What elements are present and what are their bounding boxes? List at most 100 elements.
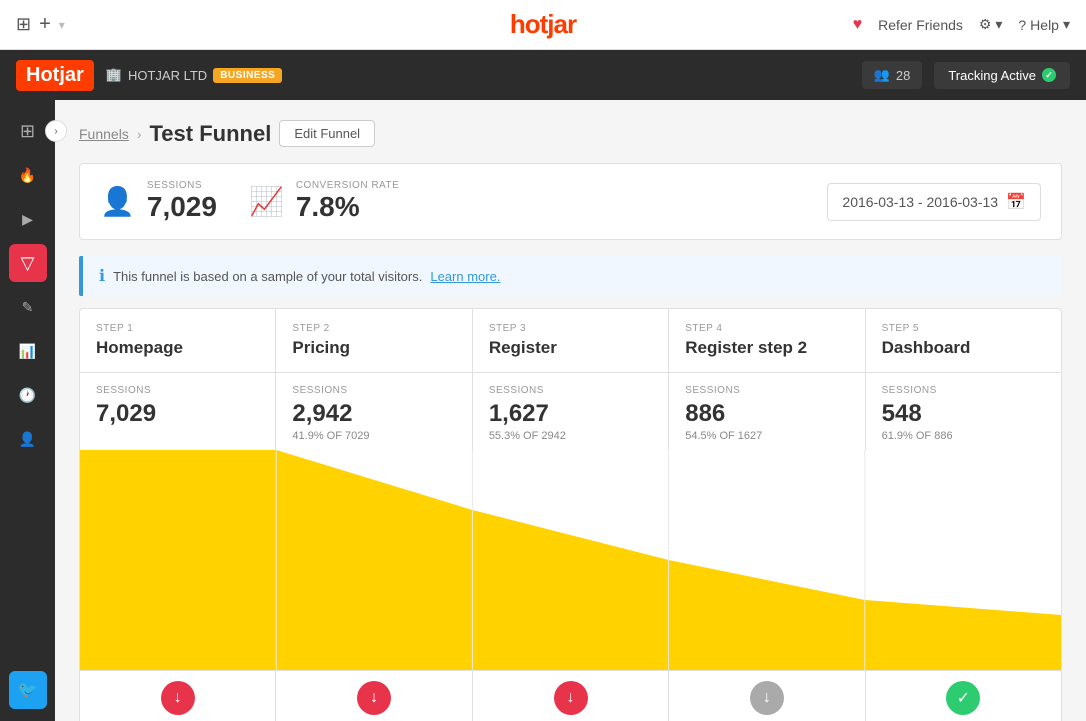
add-icon[interactable]: + [39, 13, 51, 36]
stats-row: 👤 SESSIONS 7,029 📈 CONVERSION RATE 7.8% [100, 180, 1041, 223]
sessions-pct-2: 41.9% OF 7029 [292, 430, 455, 442]
stats-card: 👤 SESSIONS 7,029 📈 CONVERSION RATE 7.8% [79, 163, 1062, 240]
date-range-picker[interactable]: 2016-03-13 - 2016-03-13 📅 [827, 183, 1041, 221]
dropoff-icon-1: ↓ [161, 681, 195, 715]
sessions-col-1: SESSIONS 7,029 [80, 373, 276, 450]
sidebar-item-dashboard[interactable]: ⊞ [9, 112, 47, 150]
conversion-icon: 📈 [249, 185, 284, 218]
sessions-value-4: 886 [685, 400, 848, 428]
sessions-stat: 👤 SESSIONS 7,029 [100, 180, 217, 223]
sessions-col-4: SESSIONS 886 54.5% OF 1627 [669, 373, 865, 450]
funnel-container: STEP 1 Homepage STEP 2 Pricing STEP 3 Re… [79, 308, 1062, 721]
dropoff-icon-4: ↓ [750, 681, 784, 715]
funnels-link[interactable]: Funnels [79, 126, 129, 142]
sidebar-item-funnels[interactable]: ▽ [9, 244, 47, 282]
sessions-icon: 👤 [100, 185, 135, 218]
sessions-label-1: SESSIONS [96, 385, 259, 396]
sidebar-item-analytics[interactable]: 📊 [9, 332, 47, 370]
info-text: This funnel is based on a sample of your… [113, 269, 422, 284]
sessions-col-3: SESSIONS 1,627 55.3% OF 2942 [473, 373, 669, 450]
hotjar-logo-area: hotjar [510, 9, 576, 40]
top-nav: ⊞ + ▾ hotjar ♥ Refer Friends ⚙ ▾ ? Help … [0, 0, 1086, 50]
step-4-header: STEP 4 Register step 2 [669, 309, 865, 372]
sessions-value-2: 2,942 [292, 400, 455, 428]
sessions-label: SESSIONS [147, 180, 217, 191]
edit-funnel-button[interactable]: Edit Funnel [279, 120, 375, 147]
dropoff-col-3: ↓ DROPOFF 45.5% (741) [473, 671, 669, 721]
breadcrumb: Funnels › Test Funnel Edit Funnel [79, 120, 1062, 147]
sessions-col-5: SESSIONS 548 61.9% OF 886 [866, 373, 1061, 450]
dropoff-col-4: ↓ DROPOFF 38.1% (338) [669, 671, 865, 721]
sidebar: › ⊞ 🔥 ▶ ▽ ✎ 📊 🕐 👤 🐦 [0, 100, 55, 721]
step-4-name: Register step 2 [685, 338, 848, 358]
dropoff-row: ↓ DROPOFF 58.1% (4,087) ↓ DROPOFF 44.7% … [80, 670, 1061, 721]
add-chevron[interactable]: ▾ [59, 18, 65, 32]
dropoff-icon-2: ↓ [357, 681, 391, 715]
date-range-text: 2016-03-13 - 2016-03-13 [842, 194, 998, 210]
sessions-pct-5: 61.9% OF 886 [882, 430, 1045, 442]
settings-button[interactable]: ⚙ ▾ [979, 16, 1002, 33]
sidebar-toggle[interactable]: › [45, 120, 67, 142]
funnel-overlay [80, 450, 1061, 670]
step-3-name: Register [489, 338, 652, 358]
funnel-chart-svg [80, 450, 1061, 670]
sidebar-item-history[interactable]: 🕐 [9, 376, 47, 414]
conversion-value: 7.8% [296, 191, 399, 223]
sessions-value-1: 7,029 [96, 400, 259, 428]
tracking-active-badge[interactable]: Tracking Active [934, 62, 1070, 89]
step-4-label: STEP 4 [685, 323, 848, 334]
help-button[interactable]: ? Help ▾ [1018, 16, 1070, 33]
sidebar-item-users[interactable]: 👤 [9, 420, 47, 458]
step-3-header: STEP 3 Register [473, 309, 669, 372]
learn-more-link[interactable]: Learn more. [430, 269, 500, 284]
refer-friends-button[interactable]: Refer Friends [878, 17, 963, 33]
sessions-pct-4: 54.5% OF 1627 [685, 430, 848, 442]
step-1-header: STEP 1 Homepage [80, 309, 276, 372]
top-nav-right: ♥ Refer Friends ⚙ ▾ ? Help ▾ [853, 16, 1070, 34]
sessions-row: SESSIONS 7,029 SESSIONS 2,942 41.9% OF 7… [80, 373, 1061, 450]
sessions-value-3: 1,627 [489, 400, 652, 428]
sessions-info: SESSIONS 7,029 [147, 180, 217, 223]
hotjar-logo: hotjar [510, 9, 576, 40]
conversion-label: CONVERSION RATE [296, 180, 399, 191]
sessions-col-2: SESSIONS 2,942 41.9% OF 7029 [276, 373, 472, 450]
sessions-label-4: SESSIONS [685, 385, 848, 396]
conversion-stat: 📈 CONVERSION RATE 7.8% [249, 180, 399, 223]
dropoff-icon-3: ↓ [554, 681, 588, 715]
sessions-value: 7,029 [147, 191, 217, 223]
step-5-label: STEP 5 [882, 323, 1045, 334]
top-nav-left: ⊞ + ▾ [16, 13, 65, 36]
users-icon: 👥 [874, 67, 890, 83]
heart-icon: ♥ [853, 16, 863, 34]
sessions-value-5: 548 [882, 400, 1045, 428]
tracking-text: Tracking Active [948, 68, 1036, 83]
tracking-dot [1042, 68, 1056, 82]
info-bar: ℹ This funnel is based on a sample of yo… [79, 256, 1062, 296]
sessions-pct-3: 55.3% OF 2942 [489, 430, 652, 442]
twitter-button[interactable]: 🐦 [9, 671, 47, 709]
hotjar-brand: Hotjar [16, 60, 94, 91]
calendar-icon: 📅 [1006, 192, 1026, 212]
dropoff-icon-5: ✓ [946, 681, 980, 715]
sidebar-bottom: 🐦 [9, 659, 47, 709]
stats-items: 👤 SESSIONS 7,029 📈 CONVERSION RATE 7.8% [100, 180, 399, 223]
step-2-header: STEP 2 Pricing [276, 309, 472, 372]
sidebar-item-recordings[interactable]: ▶ [9, 200, 47, 238]
step-1-name: Homepage [96, 338, 259, 358]
dropoff-col-5: ✓ CONVERSION 7.8% (548) [866, 671, 1061, 721]
funnel-chart [80, 450, 1061, 670]
users-count: 28 [896, 68, 910, 83]
dropoff-col-1: ↓ DROPOFF 58.1% (4,087) [80, 671, 276, 721]
main-layout: › ⊞ 🔥 ▶ ▽ ✎ 📊 🕐 👤 🐦 Funnels › Test Funne… [0, 100, 1086, 721]
sidebar-item-surveys[interactable]: ✎ [9, 288, 47, 326]
sidebar-item-heatmaps[interactable]: 🔥 [9, 156, 47, 194]
step-1-label: STEP 1 [96, 323, 259, 334]
grid-icon[interactable]: ⊞ [16, 14, 31, 35]
step-3-label: STEP 3 [489, 323, 652, 334]
funnel-steps-header: STEP 1 Homepage STEP 2 Pricing STEP 3 Re… [80, 309, 1061, 373]
sessions-label-3: SESSIONS [489, 385, 652, 396]
header-left: Hotjar 🏢 HOTJAR LTD BUSINESS [16, 60, 282, 91]
step-5-header: STEP 5 Dashboard [866, 309, 1061, 372]
breadcrumb-separator: › [137, 126, 142, 142]
users-button[interactable]: 👥 28 [862, 61, 923, 89]
